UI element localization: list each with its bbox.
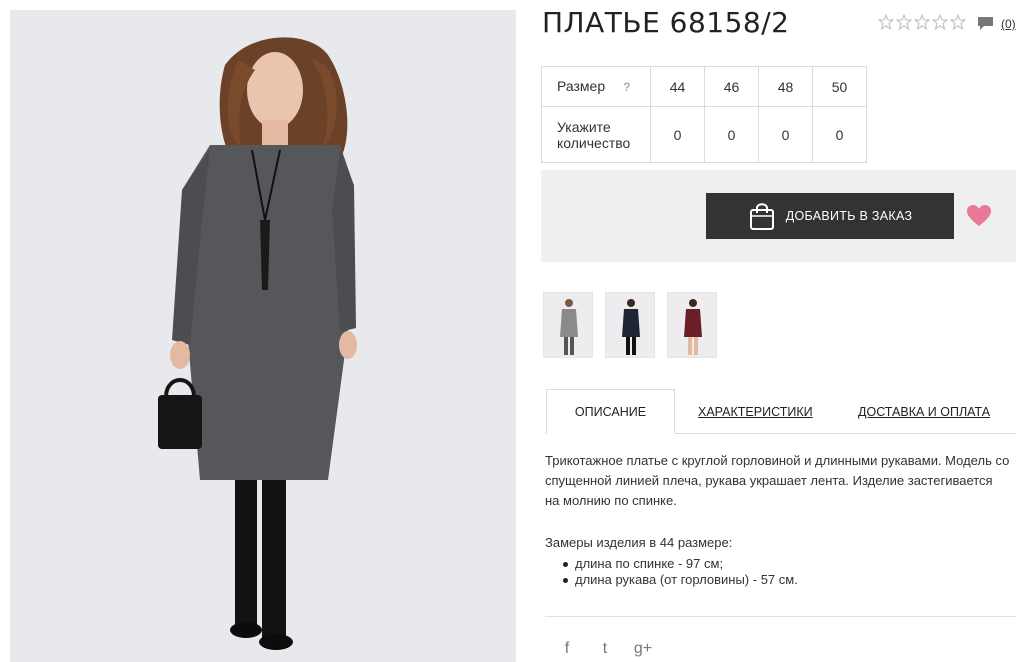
twitter-icon[interactable]: t [595, 640, 615, 658]
star-icon[interactable] [950, 14, 966, 30]
quantity-label-line2: количество [557, 134, 631, 151]
comments-count-link[interactable]: (0) [1001, 17, 1016, 31]
size-row: Размер? 44 46 48 50 [541, 66, 867, 107]
size-quantity-table: Размер? 44 46 48 50 Укажите количество 0… [541, 66, 867, 163]
list-item: длина рукава (от горловины) - 57 см. [563, 572, 798, 588]
quantity-row: Укажите количество 0 0 0 0 [541, 106, 867, 163]
size-label-cell: Размер? [541, 66, 651, 107]
star-icon[interactable] [878, 14, 894, 30]
star-icon[interactable] [932, 14, 948, 30]
description-line: Трикотажное платье с круглой горловиной … [545, 453, 1010, 468]
add-to-order-label: ДОБАВИТЬ В ЗАКАЗ [785, 209, 913, 223]
googleplus-icon[interactable]: g+ [633, 640, 653, 658]
product-main-photo[interactable] [10, 10, 516, 662]
quantity-label-cell: Укажите количество [541, 106, 651, 163]
size-cell-46: 46 [704, 66, 759, 107]
add-to-order-button[interactable]: ДОБАВИТЬ В ЗАКАЗ [706, 193, 954, 239]
quantity-input-50[interactable]: 0 [812, 106, 867, 163]
size-cell-44: 44 [650, 66, 705, 107]
quantity-input-44[interactable]: 0 [650, 106, 705, 163]
thumbnail-gray[interactable] [543, 292, 593, 358]
social-share: f t g+ [557, 640, 653, 658]
size-help-icon[interactable]: ? [623, 79, 630, 95]
size-label: Размер [557, 78, 606, 94]
star-icon[interactable] [896, 14, 912, 30]
facebook-icon[interactable]: f [557, 640, 577, 658]
thumbnail-gallery [543, 292, 717, 358]
description-line: на молнию по спинке. [545, 493, 677, 508]
thumbnail-burgundy[interactable] [667, 292, 717, 358]
tab-delivery-payment[interactable]: ДОСТАВКА И ОПЛАТА [858, 389, 990, 434]
thumbnail-navy[interactable] [605, 292, 655, 358]
quantity-input-46[interactable]: 0 [704, 106, 759, 163]
size-cell-50: 50 [812, 66, 867, 107]
size-cell-48: 48 [758, 66, 813, 107]
description-line: спущенной линией плеча, рукава украшает … [545, 473, 993, 488]
order-panel: ДОБАВИТЬ В ЗАКАЗ [541, 170, 1016, 262]
quantity-input-48[interactable]: 0 [758, 106, 813, 163]
list-item: длина по спинке - 97 см; [563, 556, 798, 572]
rating-stars[interactable] [878, 14, 966, 30]
measures-list: длина по спинке - 97 см; длина рукава (о… [563, 556, 798, 588]
tab-description[interactable]: ОПИСАНИЕ [546, 389, 675, 434]
measures-title: Замеры изделия в 44 размере: [545, 535, 733, 550]
quantity-label-line1: Укажите [557, 118, 611, 135]
product-description: Трикотажное платье с круглой горловиной … [545, 451, 1016, 511]
comment-icon[interactable] [977, 16, 994, 31]
tab-characteristics[interactable]: ХАРАКТЕРИСТИКИ [698, 389, 813, 434]
divider [545, 616, 1016, 617]
star-icon[interactable] [914, 14, 930, 30]
product-title: ПЛАТЬЕ 68158/2 [542, 6, 790, 39]
shopping-bag-icon [749, 203, 774, 230]
heart-icon[interactable] [966, 204, 992, 228]
product-tabs: ОПИСАНИЕ ХАРАКТЕРИСТИКИ ДОСТАВКА И ОПЛАТ… [545, 389, 1016, 434]
